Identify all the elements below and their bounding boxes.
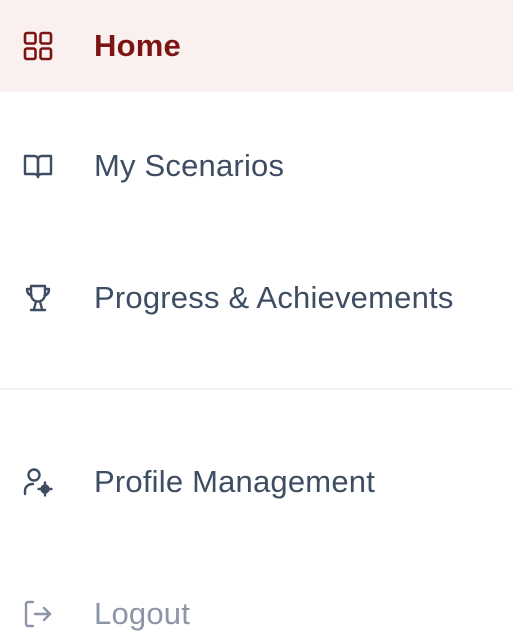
sidebar-item-home[interactable]: Home <box>0 0 513 92</box>
sidebar-item-label: Progress & Achievements <box>94 280 454 315</box>
sidebar-item-profile-management[interactable]: Profile Management <box>0 436 513 528</box>
sidebar-item-label: My Scenarios <box>94 148 285 183</box>
sidebar-item-label: Home <box>94 28 181 63</box>
sidebar-item-progress-achievements[interactable]: Progress & Achievements <box>0 252 513 344</box>
logout-icon <box>20 596 56 632</box>
sidebar-nav: Home My Scenarios Progress & Achievement… <box>0 0 513 641</box>
sidebar-item-my-scenarios[interactable]: My Scenarios <box>0 120 513 212</box>
trophy-icon <box>20 280 56 316</box>
sidebar-item-label: Logout <box>94 596 191 631</box>
sidebar-item-label: Profile Management <box>94 464 376 499</box>
grid-icon <box>20 28 56 64</box>
logout-button[interactable]: Logout <box>0 568 513 641</box>
book-open-icon <box>20 148 56 184</box>
section-divider <box>0 388 513 390</box>
user-settings-icon <box>20 464 56 500</box>
